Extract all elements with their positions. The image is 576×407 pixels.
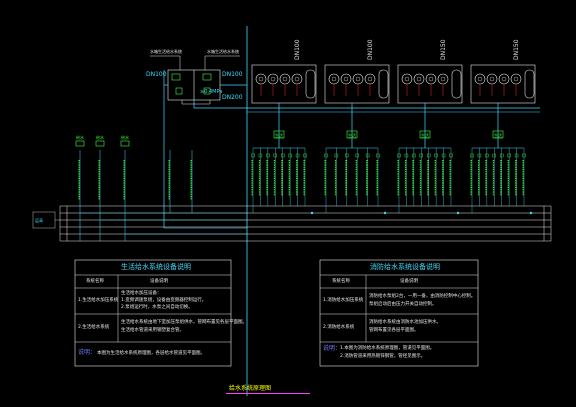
notes-right-footnote-label: 说明： <box>323 345 342 352</box>
connector-dot <box>383 211 387 215</box>
pump-core-icon <box>404 76 410 82</box>
pump-core-icon <box>343 76 349 82</box>
axis-label: 层高 <box>35 217 43 223</box>
notes-left-header-col1: 系统名称 <box>86 279 104 284</box>
pump-icon <box>425 73 437 85</box>
notes-right-title: 消防给水系统设备说明 <box>370 263 440 271</box>
notes-right-header-col2: 设备说明 <box>400 279 418 284</box>
notes-right-row2-line2: 管网布置见各层平面图。 <box>369 328 419 333</box>
left-valve-icon <box>75 140 85 147</box>
tank-icon <box>378 69 389 99</box>
group-dn-label: DN100 <box>294 39 301 60</box>
group-dn-label: DN100 <box>367 39 374 60</box>
pump-icon <box>352 73 364 85</box>
pump-group: DN150 生活 <box>470 39 536 215</box>
header-equipment-left <box>150 55 247 229</box>
pump-icon <box>364 73 376 85</box>
pump-icon <box>279 73 291 85</box>
dn-left-label: DN100 <box>146 71 167 78</box>
connector-dot <box>529 211 533 215</box>
meter-label: 生活 <box>421 132 429 138</box>
pump-core-icon <box>367 76 373 82</box>
left-valve-label: 给水 <box>76 134 84 140</box>
dn-bottom-label: DN200 <box>222 94 243 101</box>
pump-icon <box>267 73 279 85</box>
meter-label: 生活 <box>494 132 502 138</box>
group-dn-label: DN150 <box>440 39 447 60</box>
notes-right-row1-line2: 泵组启动后由压力开关自动控制。 <box>369 302 437 307</box>
pump-group: DN150 生活 <box>397 39 463 215</box>
pump-icon <box>340 73 352 85</box>
left-valve-icon <box>95 140 105 147</box>
top-label-1: 水箱生活给水系统 <box>150 48 182 54</box>
left-valve-group: 给水 给水 给水 <box>75 134 192 200</box>
pump-icon <box>255 73 267 85</box>
static-linework <box>32 26 552 396</box>
tank-icon <box>451 69 462 99</box>
notes-right-row1-col1: 1.消防给水加压系统 <box>323 298 364 303</box>
pump-core-icon <box>489 76 495 82</box>
drawing-title-underline <box>226 393 310 394</box>
pump-group: DN100 生活 <box>324 39 390 215</box>
notes-left-footnote-label: 说明： <box>78 349 97 356</box>
pump-core-icon <box>477 76 483 82</box>
pump-icon <box>474 73 486 85</box>
pump-core-icon <box>440 76 446 82</box>
pump-icon <box>486 73 498 85</box>
pump-core-icon <box>513 76 519 82</box>
pump-icon <box>510 73 522 85</box>
pump-icon <box>498 73 510 85</box>
notes-left-row1-col1: 1.生活给水加压系统 <box>78 298 119 303</box>
tank-icon <box>524 69 535 99</box>
cad-drawing: DN100 生活 DN100 生活 DN150 生活 DN150 生活 给水 给水 给水 水箱生活… <box>32 26 552 396</box>
notes-right-row2-line1: 消防给水系统由消防水池加压供水。 <box>369 320 441 325</box>
pump-icon <box>328 73 340 85</box>
meter-label: 生活 <box>275 132 283 138</box>
dn-right-label: DN100 <box>222 71 243 78</box>
notes-left-row2-col1: 2.生活给水系统 <box>78 325 110 330</box>
meter-label: 生活 <box>348 132 356 138</box>
notes-right-header-col1: 系统名称 <box>332 279 350 284</box>
connector-dot <box>310 211 314 215</box>
notes-left-row1-line2: 1.变频调速泵组，设备由变频器控制运行。 <box>121 298 207 303</box>
notes-left-row2-line2: 生活给水管道采用钢塑复合管。 <box>121 328 184 333</box>
left-valve-label: 给水 <box>96 134 104 140</box>
group-dn-label: DN150 <box>513 39 520 60</box>
pump-icon <box>291 73 303 85</box>
pump-icon <box>401 73 413 85</box>
notes-right-row1-line1: 消防给水泵组2台，一用一备，由消防控制中心控制。 <box>369 294 476 299</box>
pump-core-icon <box>282 76 288 82</box>
pump-group: DN100 生活 <box>251 39 317 215</box>
pump-core-icon <box>355 76 361 82</box>
notes-left-title: 生活给水系统设备说明 <box>121 263 191 271</box>
connector-dot <box>456 211 460 215</box>
left-valve-label: 给水 <box>121 134 129 140</box>
notes-right-footnote-line2: 2.消防管道采用热镀锌钢管，管径见图示。 <box>340 354 426 359</box>
notes-left-row1-line3: 2.泵组运行时，水泵之间自动切换。 <box>121 305 193 310</box>
pump-core-icon <box>501 76 507 82</box>
pump-core-icon <box>294 76 300 82</box>
notes-left-header-col2: 设备说明 <box>150 279 168 284</box>
pump-core-icon <box>270 76 276 82</box>
top-label-2: 水箱生活给水系统 <box>207 48 239 54</box>
pump-core-icon <box>258 76 264 82</box>
floor-level-lines <box>32 205 552 242</box>
pump-core-icon <box>416 76 422 82</box>
pump-icon <box>413 73 425 85</box>
pump-icon <box>437 73 449 85</box>
notes-left-row2-line1: 生活给水系统由地下室加压泵组供水，管网布置见各层平面图。 <box>121 320 247 325</box>
left-risers <box>79 150 247 241</box>
notes-left-row1-line1: 生活给水加压设备： <box>121 291 162 296</box>
notes-right-footnote-line1: 1.本图为消防给水系统原理图，管道见平面图。 <box>340 346 435 351</box>
pump-groups: DN100 生活 DN100 生活 DN150 生活 DN150 生活 <box>251 39 536 215</box>
pump-core-icon <box>331 76 337 82</box>
notes-right-row2-col1: 2.消防给水系统 <box>323 325 355 330</box>
notes-left-footnote-text: 本图为生活给水系统原理图，各层给水管道见平面图。 <box>97 351 205 356</box>
drawing-title: 给水系统原理图 <box>229 385 272 392</box>
tank-icon <box>305 69 316 99</box>
pressure-label: ≥0.4MPa <box>200 89 222 95</box>
pump-core-icon <box>428 76 434 82</box>
left-valve-icon <box>120 140 130 147</box>
